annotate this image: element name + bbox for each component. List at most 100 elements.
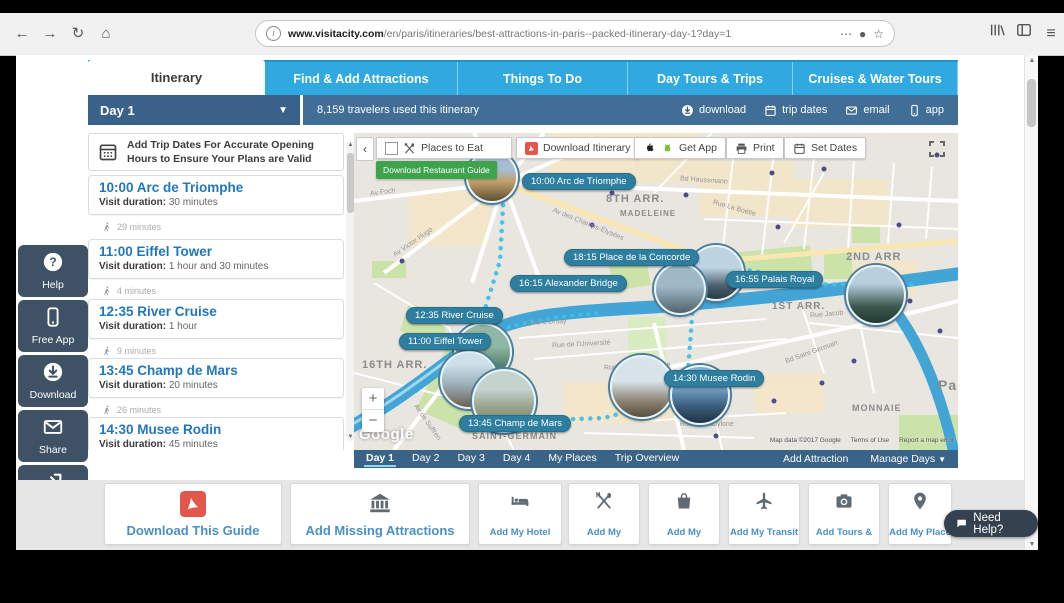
checkbox-icon[interactable]	[385, 142, 398, 155]
sidebar-item-download[interactable]: Download	[18, 355, 88, 407]
action-card-label: Add My	[569, 527, 639, 538]
url-bar[interactable]: i www.visitacity.com/en/paris/itinerarie…	[255, 20, 895, 47]
page-scrollbar[interactable]: ▲ ▼	[1024, 55, 1038, 550]
page-scroll-thumb[interactable]	[1027, 79, 1036, 127]
map-marker-14-30-musee-rodin[interactable]: 14:30 Musee Rodin	[664, 370, 764, 387]
scroll-down-icon[interactable]: ▼	[1025, 541, 1038, 548]
action-card-label: Add My	[649, 527, 719, 538]
add-attraction-link[interactable]: Add Attraction	[781, 452, 850, 466]
get-app-button[interactable]: Get App	[634, 137, 726, 159]
walk-icon	[102, 346, 112, 356]
chevron-down-icon: ▼	[938, 455, 946, 464]
action-card-add-tours--6[interactable]: Add Tours &	[808, 483, 880, 545]
sidebar-toggle-icon[interactable]	[1012, 22, 1036, 46]
page-viewport: ItineraryFind & Add AttractionsThings To…	[16, 55, 1038, 550]
fullscreen-icon[interactable]	[927, 139, 947, 159]
scroll-up-icon[interactable]: ▲	[1025, 57, 1038, 64]
action-card-add-my-4[interactable]: Add My	[648, 483, 720, 545]
main-tabs: ItineraryFind & Add AttractionsThings To…	[88, 60, 958, 95]
itinerary-item-eiffel-tower[interactable]: 11:00 Eiffel TowerVisit duration: 1 hour…	[88, 239, 344, 279]
sidebar-item-free-app[interactable]: Free App	[18, 300, 88, 352]
manage-days-dropdown[interactable]: Manage Days ▼	[868, 452, 948, 466]
utensils-icon	[594, 491, 614, 511]
download-itinerary-button[interactable]: Download Itinerary	[516, 137, 640, 159]
menu-icon[interactable]: ≡	[1039, 22, 1063, 46]
marker-photo-palais-royal[interactable]	[846, 265, 906, 325]
site-info-icon[interactable]: i	[266, 26, 281, 41]
action-card-add-my-place-7[interactable]: Add My Place	[888, 483, 952, 545]
action-card-add-my-transit-5[interactable]: Add My Transit	[728, 483, 800, 545]
daybar-app-button[interactable]: app	[908, 104, 944, 117]
back-button[interactable]: ←	[10, 22, 34, 46]
pdf-icon	[525, 142, 538, 155]
tab-cruises-water-tours[interactable]: Cruises & Water Tours	[793, 62, 958, 95]
tab-things-to-do[interactable]: Things To Do	[458, 62, 628, 95]
terms-link[interactable]: Terms of Use	[851, 437, 889, 444]
download-restaurant-guide-button[interactable]: Download Restaurant Guide	[376, 161, 497, 179]
action-card-add-my-3[interactable]: Add My	[568, 483, 640, 545]
zoom-out-button[interactable]: −	[362, 410, 384, 431]
pin-icon	[910, 491, 930, 511]
list-scroll-thumb[interactable]	[347, 153, 354, 213]
print-button[interactable]: Print	[726, 137, 784, 159]
itinerary-item-duration: Visit duration: 30 minutes	[99, 197, 333, 208]
map-footer-tab-day-1[interactable]: Day 1	[364, 451, 396, 467]
tab-itinerary[interactable]: Itinerary	[88, 60, 265, 95]
sidebar-item-label: Help	[18, 279, 88, 291]
forward-button[interactable]: →	[38, 22, 62, 46]
map-area-label: Paris	[938, 377, 958, 393]
reload-button[interactable]: ↻	[66, 22, 90, 46]
map-marker-10-00-arc-de-triomphe[interactable]: 10:00 Arc de Triomphe	[522, 173, 636, 190]
places-to-eat-toggle[interactable]: Places to Eat	[376, 137, 512, 159]
map-area-label: SAINT-GERMAIN	[472, 431, 557, 441]
itinerary-item-arc-de-triomphe[interactable]: 10:00 Arc de TriompheVisit duration: 30 …	[88, 175, 344, 215]
chat-icon	[956, 517, 967, 530]
map-marker-18-15-place-de-la-concorde[interactable]: 18:15 Place de la Concorde	[564, 249, 699, 266]
marker-photo-alexander-bridge[interactable]	[654, 263, 706, 315]
itinerary-item-champ-de-mars[interactable]: 13:45 Champ de MarsVisit duration: 20 mi…	[88, 358, 344, 398]
collapse-panel-button[interactable]: ‹	[356, 137, 374, 161]
sidebar-item-share[interactable]: Share	[18, 410, 88, 462]
daybar-download-button[interactable]: download	[681, 104, 746, 117]
plane-icon	[754, 491, 774, 511]
shield-icon[interactable]: ●	[859, 27, 866, 41]
map-marker-16-15-alexander-bridge[interactable]: 16:15 Alexander Bridge	[510, 275, 627, 292]
page-actions-icon[interactable]: ⋯	[840, 27, 852, 41]
daybar-trip-dates-button[interactable]: trip dates	[764, 104, 827, 117]
zoom-in-button[interactable]: +	[362, 388, 384, 409]
need-help-button[interactable]: Need Help?	[944, 510, 1038, 537]
tab-find-add-attractions[interactable]: Find & Add Attractions	[265, 62, 458, 95]
sidebar-item-help[interactable]: ?Help	[18, 245, 88, 297]
action-card-add-my-hotel-2[interactable]: Add My Hotel	[478, 483, 562, 545]
tab-day-tours-trips[interactable]: Day Tours & Trips	[628, 62, 793, 95]
itinerary-item-duration: Visit duration: 1 hour	[99, 321, 333, 332]
action-card-download-this-guide-0[interactable]: Download This Guide	[104, 483, 282, 545]
map-marker-11-00-eiffel-tower[interactable]: 11:00 Eiffel Tower	[399, 333, 491, 350]
pdf-icon	[180, 491, 206, 517]
day-selector-dropdown[interactable]: Day 1 ▼	[88, 95, 300, 125]
map-marker-12-35-river-cruise[interactable]: 12:35 River Cruise	[406, 307, 503, 324]
bed-icon	[510, 491, 530, 511]
bookmark-star-icon[interactable]: ☆	[873, 27, 884, 41]
map-marker-13-45-champ-de-mars[interactable]: 13:45 Champ de Mars	[459, 415, 571, 432]
home-button[interactable]: ⌂	[94, 22, 118, 46]
report-link[interactable]: Report a map error	[899, 437, 954, 444]
itinerary-item-river-cruise[interactable]: 12:35 River CruiseVisit duration: 1 hour	[88, 299, 344, 339]
map-canvas[interactable]: ‹ Places to Eat Download Restaurant Guid…	[354, 133, 958, 450]
daybar-email-button[interactable]: email	[845, 104, 889, 117]
marker-photo-musee-rodin-1[interactable]	[610, 355, 674, 419]
day-bar-actions: download trip dates email app	[681, 104, 944, 117]
map-marker-16-55-palais-royal[interactable]: 16:55 Palais Royal	[726, 271, 823, 288]
action-card-add-missing-attractions-1[interactable]: Add Missing Attractions	[290, 483, 470, 545]
map-footer-tab-my-places[interactable]: My Places	[546, 451, 598, 467]
itinerary-item-musee-rodin[interactable]: 14:30 Musee RodinVisit duration: 45 minu…	[88, 417, 344, 450]
map-footer-tab-day-2[interactable]: Day 2	[410, 451, 441, 467]
map-footer-bar: Day 1 Day 2 Day 3 Day 4 My Places Trip Overvi…	[354, 450, 958, 468]
map-footer-tab-day-4[interactable]: Day 4	[501, 451, 532, 467]
library-icon[interactable]	[985, 22, 1009, 46]
map-footer-tab-day-3[interactable]: Day 3	[455, 451, 486, 467]
map-footer-tab-trip-overview[interactable]: Trip Overview	[613, 451, 681, 467]
trip-dates-notice[interactable]: Add Trip Dates For Accurate OpeningHours…	[88, 133, 344, 171]
set-dates-button[interactable]: Set Dates	[784, 137, 866, 159]
notice-text: Add Trip Dates For Accurate OpeningHours…	[127, 138, 314, 166]
